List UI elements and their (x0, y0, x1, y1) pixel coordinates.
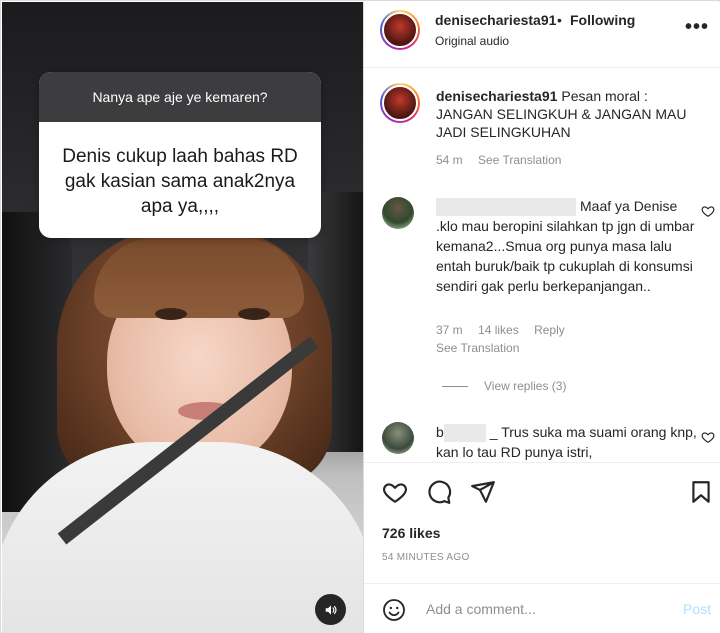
sound-toggle-button[interactable] (315, 594, 346, 625)
caption-meta: 54 m See Translation (436, 153, 573, 167)
caption-time: 54 m (436, 153, 463, 167)
comment-see-translation[interactable]: See Translation (436, 341, 519, 355)
question-sticker-header: Nanya ape aje ye kemaren? (39, 72, 321, 122)
like-comment-heart-icon[interactable] (701, 204, 715, 218)
reel-video[interactable]: Nanya ape aje ye kemaren? Denis cukup la… (2, 2, 363, 633)
add-comment-bar: Post (364, 583, 720, 633)
blurred-username (443, 424, 486, 443)
emoji-smiley-icon[interactable] (382, 598, 406, 622)
instagram-post-frame: Nanya ape aje ye kemaren? Denis cukup la… (0, 0, 720, 633)
comment-text-block: b _ Trus suka ma suami orang knp, kan lo … (436, 422, 698, 462)
commenter-avatar[interactable] (382, 422, 414, 454)
like-comment-heart-icon[interactable] (701, 430, 715, 444)
blurred-username (436, 198, 576, 217)
comment-username-prefix: b (436, 424, 444, 440)
caption-text-block: denisechariesta91 Pesan moral : JANGAN SE… (436, 87, 701, 141)
comment-reply-button[interactable]: Reply (534, 323, 565, 337)
share-paper-plane-icon[interactable] (470, 479, 496, 505)
like-heart-icon[interactable] (382, 479, 408, 505)
comments-section[interactable]: denisechariesta91 Pesan moral : JANGAN SE… (364, 69, 720, 462)
original-audio-link[interactable]: Original audio (435, 34, 509, 48)
comment-likes[interactable]: 14 likes (478, 323, 519, 337)
replies-divider-line (442, 385, 468, 387)
person-eye-right (238, 308, 270, 320)
post-comment-button[interactable]: Post (683, 601, 711, 617)
speaker-icon (325, 604, 336, 615)
caption-username[interactable]: denisechariesta91 (436, 88, 557, 104)
comment-text-block: Maaf ya Denise .klo mau beropini silahka… (436, 196, 698, 296)
add-comment-input[interactable] (426, 597, 666, 621)
caption-author-avatar[interactable] (380, 83, 420, 123)
more-options-icon[interactable]: ••• (685, 16, 709, 39)
author-avatar[interactable] (380, 10, 420, 50)
comment-username-suffix: _ (489, 424, 498, 440)
post-header: denisechariesta91 • Following Original a… (364, 2, 720, 68)
comment-meta: 37 m 14 likes Reply (436, 323, 577, 337)
question-sticker: Nanya ape aje ye kemaren? Denis cukup la… (39, 72, 321, 238)
post-side-panel: denisechariesta91 • Following Original a… (363, 2, 720, 633)
view-replies-label: View replies (3) (484, 379, 567, 393)
separator-dot: • (557, 12, 562, 28)
comment-bubble-icon[interactable] (426, 479, 452, 505)
question-sticker-body: Denis cukup laah bahas RD gak kasian sam… (62, 146, 298, 217)
likes-count[interactable]: 726 likes (382, 525, 440, 541)
author-username[interactable]: denisechariesta91 (435, 12, 556, 28)
person-bangs (94, 238, 304, 318)
post-actions: 726 likes 54 MINUTES AGO (364, 462, 720, 572)
post-time-ago: 54 MINUTES AGO (382, 552, 470, 563)
comment-time: 37 m (436, 323, 463, 337)
following-button[interactable]: Following (570, 12, 635, 28)
commenter-avatar[interactable] (382, 197, 414, 229)
person-eye-left (155, 308, 187, 320)
view-replies-button[interactable]: View replies (3) (442, 379, 566, 393)
caption-see-translation[interactable]: See Translation (478, 153, 561, 167)
save-bookmark-icon[interactable] (688, 479, 714, 505)
